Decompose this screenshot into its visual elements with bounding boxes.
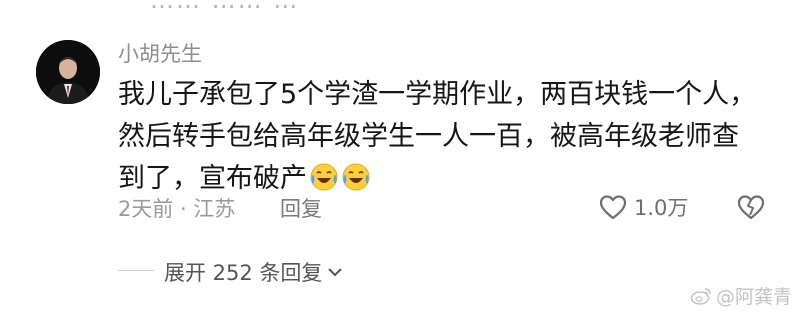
reply-button[interactable]: 回复 bbox=[280, 193, 322, 223]
dislike-button[interactable] bbox=[736, 193, 766, 225]
laughing-crying-emoji-icon bbox=[310, 163, 338, 191]
weibo-logo-icon bbox=[690, 287, 711, 305]
username[interactable]: 小胡先生 bbox=[118, 38, 202, 68]
chevron-down-icon bbox=[328, 268, 343, 277]
expand-replies-button[interactable]: 展开 252 条回复 bbox=[164, 257, 344, 287]
like-button[interactable]: 1.0万 bbox=[598, 192, 688, 222]
broken-heart-icon bbox=[737, 195, 765, 220]
watermark-text: @阿龚青 bbox=[715, 286, 792, 308]
avatar[interactable] bbox=[36, 40, 100, 104]
laughing-crying-emoji-icon bbox=[342, 163, 370, 191]
expand-replies-label: 展开 252 条回复 bbox=[164, 261, 323, 285]
like-count: 1.0万 bbox=[634, 196, 689, 220]
comment-text: 我儿子承包了5个学渣一学期作业，两百块钱一个人，然后转手包给高年级学生一人一百，… bbox=[118, 74, 758, 200]
comment-body: 我儿子承包了5个学渣一学期作业，两百块钱一个人，然后转手包给高年级学生一人一百，… bbox=[118, 79, 757, 194]
heart-outline-icon bbox=[599, 195, 627, 220]
truncated-previous-text: …… …… … bbox=[150, 0, 300, 14]
avatar-portrait-icon bbox=[36, 40, 100, 104]
weibo-watermark: @阿龚青 bbox=[690, 282, 792, 309]
comment-time-location: 2天前 · 江苏 bbox=[118, 197, 236, 221]
expand-divider bbox=[118, 270, 154, 271]
